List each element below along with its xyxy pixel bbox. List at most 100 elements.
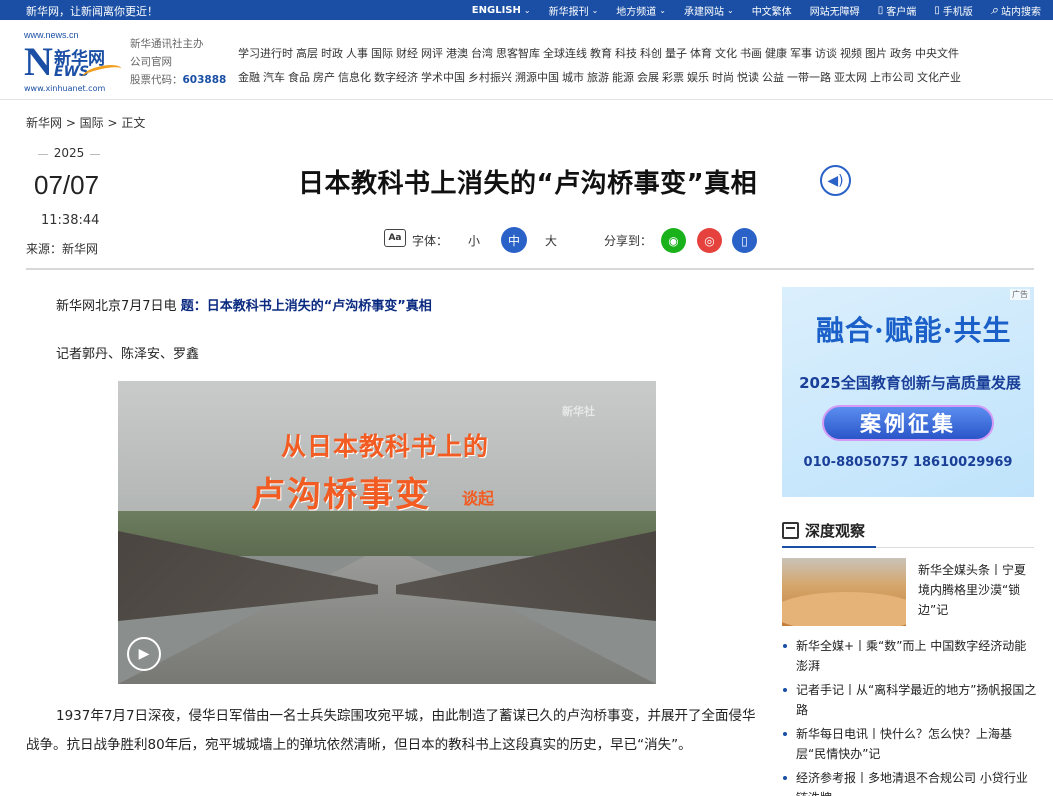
feature-link[interactable]: 新华全媒头条丨宁夏境内腾格里沙漠“锁边”记 xyxy=(918,560,1036,620)
article-tools: Aa 字体： 小 中 大 分享到： ◉ ◎ ▯ xyxy=(384,227,804,255)
channel-link[interactable]: 彩票 xyxy=(662,66,684,90)
news-item[interactable]: 经济参考报丨多地清退不合规公司 小贷行业链洗牌 xyxy=(782,768,1037,796)
nav-accessibility[interactable]: 网站无障碍 xyxy=(810,3,860,18)
channel-link[interactable]: 体育 xyxy=(690,42,712,66)
corp-line1: 新华通讯社主办 xyxy=(130,38,204,50)
channel-link[interactable]: 数字经济 xyxy=(374,66,418,90)
channel-link[interactable]: 会展 xyxy=(637,66,659,90)
nav-local[interactable]: 地方频道 ⌄ xyxy=(616,3,666,18)
channel-link[interactable]: 人事 xyxy=(346,42,368,66)
channel-link[interactable]: 时尚 xyxy=(712,66,734,90)
channel-link[interactable]: 科创 xyxy=(640,42,662,66)
article-video[interactable]: 新华社 从日本教科书上的 卢沟桥事变 谈起 ▶ xyxy=(118,381,656,684)
news-item[interactable]: 新华每日电讯丨快什么？怎么快？上海基层“民情快办”记 xyxy=(782,724,1037,764)
channel-link[interactable]: 上市公司 xyxy=(870,66,914,90)
channel-link[interactable]: 量子 xyxy=(665,42,687,66)
nav-mobile[interactable]: ▯ 手机版 xyxy=(934,3,973,18)
channel-link[interactable]: 全球连线 xyxy=(543,42,587,66)
channel-link[interactable]: 旅游 xyxy=(587,66,609,90)
channel-link[interactable]: 图片 xyxy=(865,42,887,66)
section-title-text: 深度观察 xyxy=(805,522,866,540)
font-label: 字体： xyxy=(412,234,449,248)
feature-image[interactable] xyxy=(782,558,906,626)
site-logo[interactable]: www.news.cn N 新华网 EWS www.xinhuanet.com xyxy=(24,30,124,94)
photo-caption-line3: 谈起 xyxy=(462,489,495,508)
channel-link[interactable]: 食品 xyxy=(288,66,310,90)
channel-link[interactable]: 财经 xyxy=(396,42,418,66)
top-nav: ENGLISH ⌄ 新华报刊 ⌄ 地方频道 ⌄ 承建网站 ⌄ 中文繁体 网站无障碍 ▯ 客… xyxy=(472,0,1041,20)
nav-search[interactable]: ⌕ 站内搜索 xyxy=(991,3,1041,18)
channel-link[interactable]: 访谈 xyxy=(815,42,837,66)
slogan: 新华网，让新闻离你更近！ xyxy=(26,5,158,18)
header-divider xyxy=(0,99,1053,100)
channel-link[interactable]: 文化产业 xyxy=(917,66,961,90)
channel-link[interactable]: 公益 xyxy=(762,66,784,90)
channel-link[interactable]: 城市 xyxy=(562,66,584,90)
play-icon[interactable]: ▶ xyxy=(127,637,161,671)
nav-sites[interactable]: 承建网站 ⌄ xyxy=(684,3,734,18)
article-source: 来源：新华网 xyxy=(26,242,99,256)
channel-link[interactable]: 信息化 xyxy=(338,66,371,90)
channel-link[interactable]: 房产 xyxy=(313,66,335,90)
news-item[interactable]: 记者手记丨从“离科学最近的地方”扬帆报国之路 xyxy=(782,680,1037,720)
channel-link[interactable]: 文化 xyxy=(715,42,737,66)
ad-banner[interactable]: 广告 融合·赋能·共生 2025全国教育创新与高质量发展 案例征集 010-88… xyxy=(782,287,1034,497)
channel-link[interactable]: 悦读 xyxy=(737,66,759,90)
nav-traditional[interactable]: 中文繁体 xyxy=(752,3,792,18)
channel-link[interactable]: 网评 xyxy=(421,42,443,66)
channel-link[interactable]: 一带一路 xyxy=(787,66,831,90)
channel-link[interactable]: 学习进行时 xyxy=(238,42,293,66)
corp-info: 新华通讯社主办 公司官网 股票代码：603888 xyxy=(130,35,226,89)
font-large-button[interactable]: 大 xyxy=(545,232,557,249)
title-divider xyxy=(26,268,1034,270)
channel-link[interactable]: 台湾 xyxy=(471,42,493,66)
channel-row-2: 金融 汽车 食品 房产 信息化 数字经济 学术中国 乡村振兴 溯源中国 城市 旅游 能源 会展 彩票 娱乐时… xyxy=(238,66,1038,90)
breadcrumb[interactable]: 新华网 > 国际 > 正文 xyxy=(26,114,145,131)
chevron-down-icon: ⌄ xyxy=(591,5,599,15)
channel-link[interactable]: 汽车 xyxy=(263,66,285,90)
section-underline xyxy=(782,546,876,548)
ad-button[interactable]: 案例征集 xyxy=(822,405,994,441)
news-list: 新华全媒+丨乘“数”而上 中国数字经济动能澎湃 记者手记丨从“离科学最近的地方”… xyxy=(782,636,1037,796)
channel-link[interactable]: 国际 xyxy=(371,42,393,66)
chevron-down-icon: ⌄ xyxy=(726,5,734,15)
logo-n: N xyxy=(24,39,53,84)
channel-link[interactable]: 娱乐 xyxy=(687,66,709,90)
channel-link[interactable]: 港澳 xyxy=(446,42,468,66)
channel-link[interactable]: 视频 xyxy=(840,42,862,66)
section-title: 深度观察 xyxy=(782,520,865,541)
nav-newspapers[interactable]: 新华报刊 ⌄ xyxy=(549,3,599,18)
channel-link[interactable]: 亚太网 xyxy=(834,66,867,90)
stock-label: 股票代码： xyxy=(130,74,183,86)
lead-prefix: 新华网北京7月7日电 xyxy=(56,299,181,314)
channel-link[interactable]: 中央文件 xyxy=(915,42,959,66)
channel-link[interactable]: 乡村振兴 xyxy=(468,66,512,90)
channel-link[interactable]: 高层 xyxy=(296,42,318,66)
wechat-icon[interactable]: ◉ xyxy=(661,228,686,253)
font-medium-button[interactable]: 中 xyxy=(501,227,527,253)
channel-link[interactable]: 学术中国 xyxy=(421,66,465,90)
channel-link[interactable]: 教育 xyxy=(590,42,612,66)
nav-english[interactable]: ENGLISH ⌄ xyxy=(472,5,531,16)
date-time: 11:38:44 xyxy=(41,213,100,228)
speaker-icon[interactable]: ◀︎) xyxy=(820,165,851,196)
weibo-icon[interactable]: ◎ xyxy=(697,228,722,253)
channel-link[interactable]: 健康 xyxy=(765,42,787,66)
mobile-share-icon[interactable]: ▯ xyxy=(732,228,757,253)
channel-link[interactable]: 溯源中国 xyxy=(515,66,559,90)
channel-link[interactable]: 金融 xyxy=(238,66,260,90)
channel-link[interactable]: 军事 xyxy=(790,42,812,66)
news-item[interactable]: 新华全媒+丨乘“数”而上 中国数字经济动能澎湃 xyxy=(782,636,1037,676)
nav-client[interactable]: ▯ 客户端 xyxy=(878,3,917,18)
channel-link[interactable]: 科技 xyxy=(615,42,637,66)
channel-link[interactable]: 时政 xyxy=(321,42,343,66)
font-small-button[interactable]: 小 xyxy=(468,232,480,249)
channel-link[interactable]: 思客智库 xyxy=(496,42,540,66)
search-icon: ⌕ xyxy=(990,2,998,18)
channel-link[interactable]: 能源 xyxy=(612,66,634,90)
ad-tag: 广告 xyxy=(1010,289,1030,300)
channel-link[interactable]: 书画 xyxy=(740,42,762,66)
channel-link[interactable]: 政务 xyxy=(890,42,912,66)
date-month-day: 07/07 xyxy=(34,170,100,200)
stock-code[interactable]: 603888 xyxy=(183,74,227,86)
